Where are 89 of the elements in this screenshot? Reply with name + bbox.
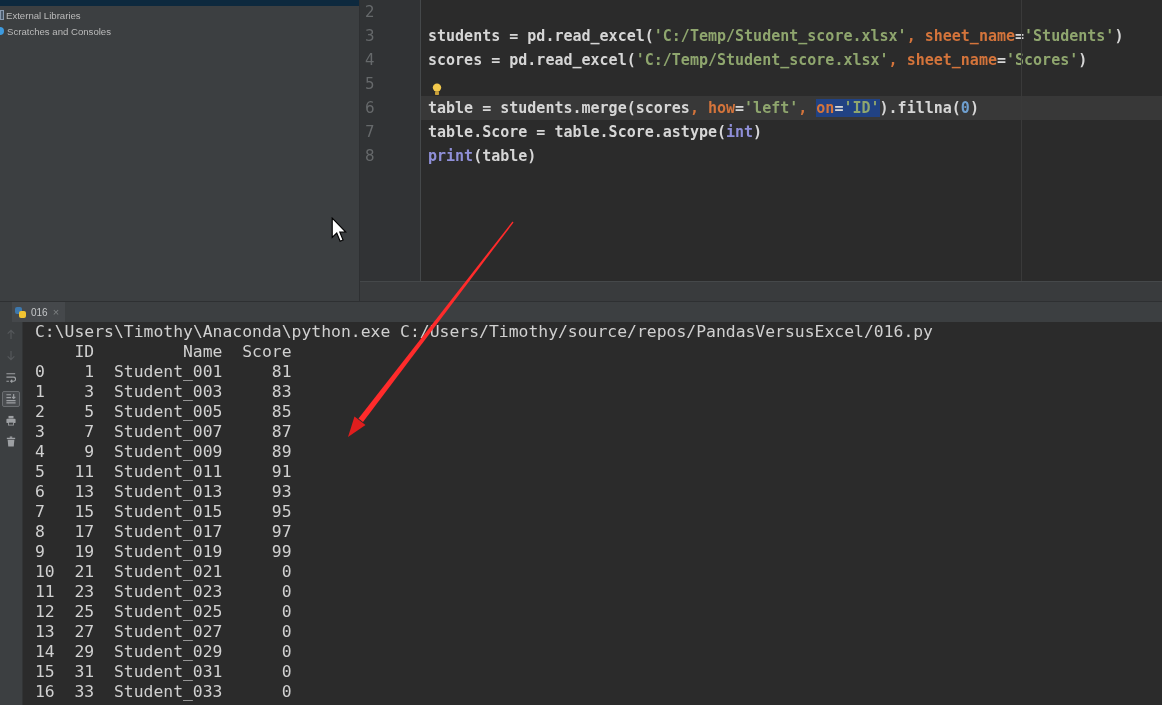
id-cell: 27	[74, 622, 95, 642]
row-index: 1	[35, 382, 45, 402]
row-index: 2	[35, 402, 45, 422]
name-cell: Student_001	[113, 362, 223, 382]
name-cell: Student_003	[113, 382, 223, 402]
row-index: 4	[35, 442, 45, 462]
tree-item[interactable]: External Libraries	[6, 9, 81, 21]
row-index: 3	[35, 422, 45, 442]
scroll-to-end-icon	[6, 393, 16, 405]
run-tab[interactable]: 016 ×	[12, 302, 66, 322]
script-icon	[15, 306, 26, 318]
row-index: 10	[35, 562, 55, 582]
score-cell: 0	[281, 602, 292, 622]
score-cell: 0	[281, 562, 292, 582]
id-cell: 13	[74, 482, 95, 502]
row-index: 16	[35, 682, 55, 702]
name-cell: Student_013	[113, 482, 223, 502]
score-cell: 87	[271, 422, 292, 442]
name-cell: Student_025	[113, 602, 223, 622]
name-cell: Student_019	[113, 542, 223, 562]
mouse-pointer-icon	[331, 217, 347, 243]
score-cell: 97	[271, 522, 292, 542]
name-cell: Student_011	[113, 462, 223, 482]
name-cell: Student_023	[113, 582, 223, 602]
code-line: scores = pd.read_excel('C:/Temp/Student_score.xlsx', sheet_name='Scores')	[428, 50, 1088, 70]
column-header: Name	[183, 342, 223, 362]
code-line: table.Score = table.Score.astype(int)	[428, 122, 763, 142]
row-index: 5	[35, 462, 45, 482]
name-cell: Student_007	[113, 422, 223, 442]
name-cell: Student_029	[113, 642, 223, 662]
id-cell: 25	[74, 602, 95, 622]
id-cell: 11	[74, 462, 95, 482]
name-cell: Student_031	[113, 662, 223, 682]
wrap-icon	[6, 371, 16, 383]
score-cell: 95	[271, 502, 292, 522]
code-line: print(table)	[428, 146, 537, 166]
id-cell: 17	[74, 522, 95, 542]
id-cell: 9	[84, 442, 95, 462]
id-cell: 23	[74, 582, 95, 602]
up-arrow-icon	[6, 328, 16, 340]
name-cell: Student_021	[113, 562, 223, 582]
name-cell: Student_005	[113, 402, 223, 422]
score-cell: 0	[281, 662, 292, 682]
row-index: 14	[35, 642, 55, 662]
id-cell: 15	[74, 502, 95, 522]
score-cell: 89	[271, 442, 292, 462]
id-cell: 29	[74, 642, 95, 662]
tree-item[interactable]: Scratches and Consoles	[7, 25, 111, 37]
score-cell: 85	[271, 402, 292, 422]
name-cell: Student_033	[113, 682, 223, 702]
score-cell: 0	[281, 622, 292, 642]
column-header: Score	[242, 342, 292, 362]
score-cell: 81	[271, 362, 292, 382]
id-cell: 5	[84, 402, 95, 422]
trash-icon	[6, 436, 16, 448]
score-cell: 0	[281, 582, 292, 602]
row-index: 15	[35, 662, 55, 682]
row-index: 13	[35, 622, 55, 642]
id-cell: 1	[84, 362, 95, 382]
name-cell: Student_027	[113, 622, 223, 642]
score-cell: 0	[281, 682, 292, 702]
row-index: 8	[35, 522, 45, 542]
row-index: 12	[35, 602, 55, 622]
library-icon	[0, 10, 4, 20]
printer-icon	[6, 414, 16, 426]
score-cell: 93	[271, 482, 292, 502]
row-index: 7	[35, 502, 45, 522]
row-index: 11	[35, 582, 55, 602]
name-cell: Student_009	[113, 442, 223, 462]
row-index: 0	[35, 362, 45, 382]
code-line: table = students.merge(scores, how='left', on='ID').fillna(0)	[428, 98, 979, 118]
row-index: 6	[35, 482, 45, 502]
light-bulb-icon[interactable]	[432, 82, 442, 96]
id-cell: 21	[74, 562, 95, 582]
name-cell: Student_015	[113, 502, 223, 522]
name-cell: Student_017	[113, 522, 223, 542]
id-cell: 31	[74, 662, 95, 682]
column-header: ID	[74, 342, 95, 362]
id-cell: 3	[84, 382, 95, 402]
row-index: 9	[35, 542, 45, 562]
id-cell: 19	[74, 542, 95, 562]
id-cell: 7	[84, 422, 95, 442]
score-cell: 0	[281, 642, 292, 662]
scroll-to-end-button[interactable]	[2, 390, 20, 407]
score-cell: 99	[271, 542, 292, 562]
down-arrow-icon	[6, 350, 16, 362]
id-cell: 33	[74, 682, 95, 702]
score-cell: 83	[271, 382, 292, 402]
score-cell: 91	[271, 462, 292, 482]
